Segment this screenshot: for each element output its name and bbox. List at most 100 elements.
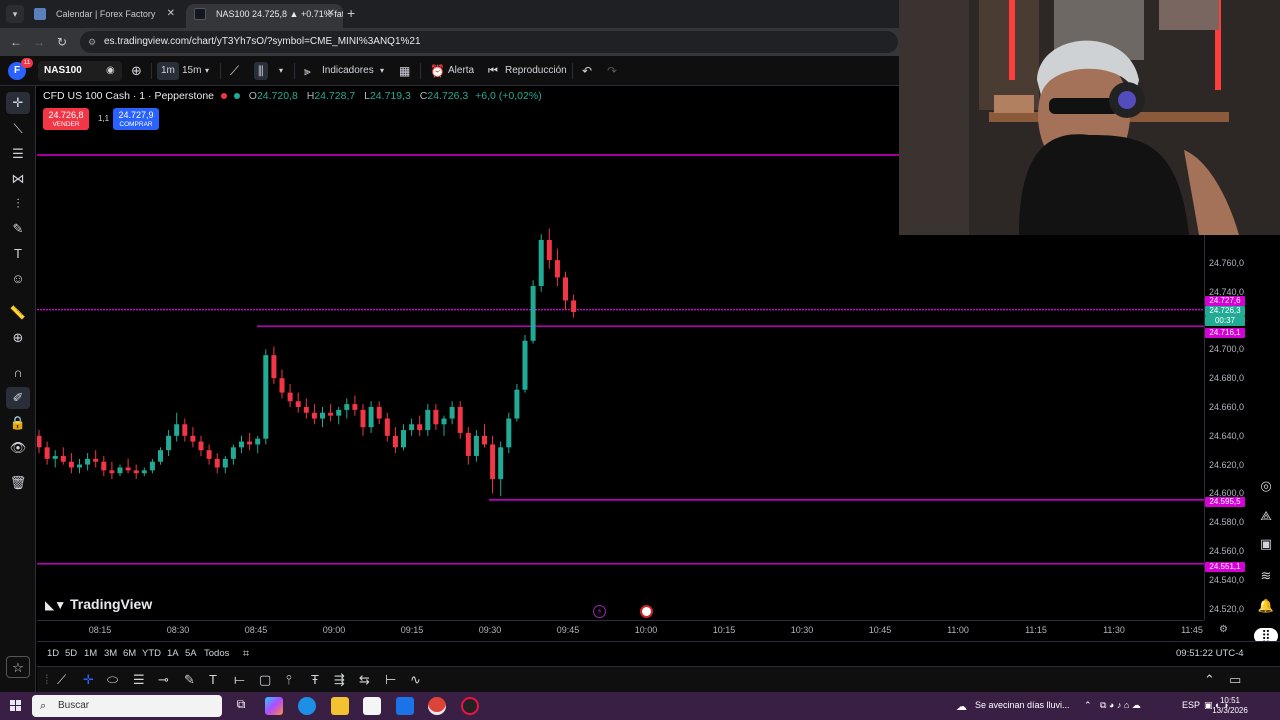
candles-icon[interactable]: ⫼	[254, 62, 268, 80]
candle-body[interactable]	[182, 424, 188, 436]
task-view-icon[interactable]: ⧉	[232, 697, 250, 715]
candle-body[interactable]	[563, 277, 568, 301]
horizontal-ray-icon[interactable]: ⊸	[158, 672, 169, 688]
ruler-icon[interactable]: 📏	[6, 302, 30, 324]
clock[interactable]: 09:51:22 UTC-4	[1176, 648, 1244, 659]
copilot-icon[interactable]	[265, 697, 283, 715]
candle-body[interactable]	[465, 432, 471, 456]
url-input[interactable]: ⚙ es.tradingview.com/chart/yT3Yh7sO/?sym…	[80, 31, 898, 53]
range-button-5d[interactable]: 5D	[65, 648, 77, 659]
candle-body[interactable]	[174, 424, 180, 436]
candle-body[interactable]	[538, 239, 544, 287]
candle-body[interactable]	[303, 407, 309, 413]
candle-body[interactable]	[133, 470, 139, 474]
close-tab-icon[interactable]: ✕	[167, 4, 175, 24]
candle-body[interactable]	[425, 409, 431, 431]
system-clock[interactable]: 10:51 13/3/2026	[1208, 696, 1252, 716]
brush-icon[interactable]: ✎	[184, 672, 195, 688]
lock-icon[interactable]: 🔒	[6, 412, 30, 434]
candle-body[interactable]	[166, 435, 172, 451]
time-axis[interactable]: 08:15 08:30 08:45 09:00 09:15 09:30 09:45 10:00…	[37, 620, 1228, 640]
candle-body[interactable]	[60, 455, 66, 462]
sell-button[interactable]: 24.726,8 VENDER	[43, 108, 89, 130]
range-button-5a[interactable]: 5A	[185, 648, 197, 659]
rectangle-icon[interactable]: ▢	[259, 672, 271, 688]
alert-button[interactable]: Alerta	[448, 62, 474, 80]
stay-drawing-icon[interactable]: ✐	[6, 387, 30, 409]
tab-search-icon[interactable]: ▾	[6, 5, 24, 23]
text-icon[interactable]: T	[209, 672, 217, 687]
mail-icon[interactable]	[396, 697, 414, 715]
candle-body[interactable]	[546, 239, 552, 261]
magnet-icon[interactable]: ∩	[6, 362, 30, 384]
windows-start-icon[interactable]	[10, 700, 22, 712]
candle-body[interactable]	[490, 444, 496, 479]
candle-body[interactable]	[344, 404, 350, 410]
candle-body[interactable]	[506, 418, 512, 448]
tab-tradingview[interactable]: NAS100 24.725,8 ▲ +0.71% fat ✕	[186, 4, 343, 28]
chrome-icon[interactable]	[428, 697, 446, 715]
event-lightning-icon[interactable]: ⚡	[593, 605, 606, 618]
weather-text[interactable]: Se avecinan días lluvi...	[975, 700, 1070, 710]
candle-body[interactable]	[320, 412, 325, 419]
goto-date-icon[interactable]: ⌗	[243, 648, 249, 661]
projection-icon[interactable]: ⇆	[359, 672, 370, 688]
candle-body[interactable]	[554, 260, 560, 278]
candle-body[interactable]	[52, 455, 58, 459]
pattern-icon[interactable]: ⋈	[6, 168, 30, 190]
indicators-icon[interactable]: ⫸	[304, 62, 311, 80]
maximize-icon[interactable]: ▭	[1229, 672, 1241, 688]
candle-body[interactable]	[352, 404, 358, 410]
candle-body[interactable]	[295, 401, 301, 407]
candle-body[interactable]	[85, 458, 91, 465]
redo-icon[interactable]: ↷	[607, 62, 617, 80]
fib-icon[interactable]: ☰	[133, 672, 145, 688]
candle-body[interactable]	[514, 389, 520, 419]
replay-icon[interactable]: ⏮	[488, 62, 498, 80]
path-icon[interactable]: ∿	[410, 672, 421, 688]
weather-icon[interactable]: ☁	[956, 700, 967, 713]
candle-body[interactable]	[530, 286, 536, 341]
undo-icon[interactable]: ↶	[582, 62, 592, 80]
crosshair-icon[interactable]: ✛	[83, 672, 94, 688]
candle-body[interactable]	[401, 430, 406, 448]
bell-icon[interactable]: 🔔	[1254, 598, 1278, 614]
target-icon[interactable]: ◎	[1254, 478, 1278, 494]
candle-body[interactable]	[93, 458, 99, 462]
ellipse-icon[interactable]: ⬭	[107, 672, 118, 688]
candle-body[interactable]	[149, 461, 155, 471]
site-info-icon[interactable]: ⚙	[88, 31, 96, 53]
candle-body[interactable]	[44, 447, 50, 459]
chevron-down-icon[interactable]: ▾	[279, 62, 283, 80]
candle-body[interactable]	[482, 435, 487, 445]
candle-body[interactable]	[37, 435, 42, 448]
candle-body[interactable]	[198, 441, 204, 451]
eye-icon[interactable]: ◉	[106, 62, 115, 80]
range-button-1d[interactable]: 1D	[47, 648, 59, 659]
hide-icon[interactable]: 👁	[6, 437, 30, 459]
trash-icon[interactable]: 🗑	[6, 472, 30, 494]
candle-body[interactable]	[409, 424, 415, 431]
candle-body[interactable]	[117, 467, 123, 474]
horizontal-line-icon[interactable]: ⟝	[234, 672, 245, 688]
trend-line-icon[interactable]: ⟋	[57, 672, 66, 688]
price-tag[interactable]: 24.726,3	[1205, 306, 1245, 316]
trend-line-icon[interactable]: ⟍	[6, 118, 30, 140]
candle-body[interactable]	[384, 418, 390, 436]
favorites-star-icon[interactable]: ☆	[6, 656, 30, 678]
range-button-ytd[interactable]: YTD	[142, 648, 161, 659]
candle-body[interactable]	[109, 470, 115, 474]
candle-body[interactable]	[141, 470, 147, 474]
vertical-line-icon[interactable]: ⫯	[286, 672, 292, 688]
edge-icon[interactable]	[298, 697, 316, 715]
candle-body[interactable]	[230, 447, 236, 459]
chevron-down-icon[interactable]: ▾	[205, 62, 209, 80]
range-button-1a[interactable]: 1A	[167, 648, 179, 659]
brush-icon[interactable]: ✎	[6, 218, 30, 240]
candle-body[interactable]	[498, 447, 504, 479]
forecast-icon[interactable]: ⫶	[6, 193, 30, 215]
candle-body[interactable]	[360, 409, 366, 428]
forward-icon[interactable]: →	[33, 35, 45, 49]
candle-body[interactable]	[206, 450, 212, 459]
us-flag-event-icon[interactable]	[640, 605, 653, 618]
